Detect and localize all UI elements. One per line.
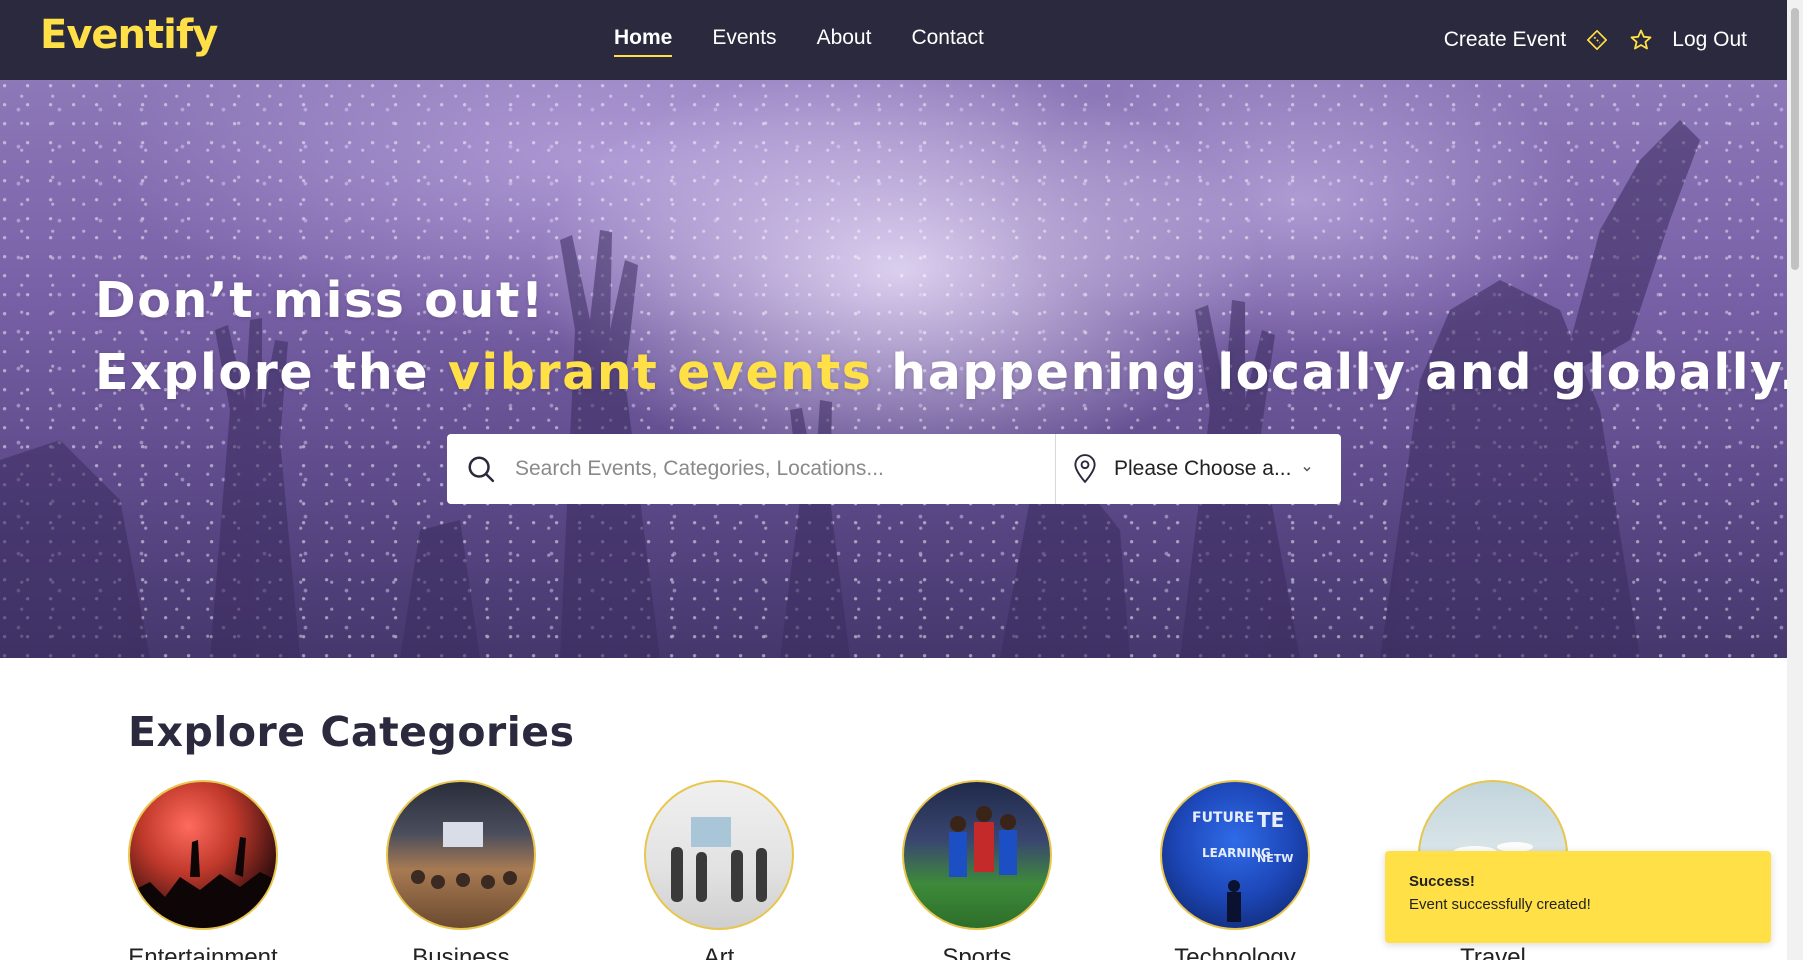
nav-link-about[interactable]: About (817, 26, 872, 54)
scrollbar-thumb[interactable] (1791, 8, 1799, 270)
category-label-travel: Travel (1460, 944, 1526, 960)
hero-line-2-start: Explore the (95, 344, 448, 401)
top-navbar: Eventify Home Events About Contact Creat… (0, 0, 1787, 80)
category-sports[interactable]: Sports (902, 780, 1052, 960)
svg-text:NETW: NETW (1257, 852, 1293, 865)
create-event-link[interactable]: Create Event (1444, 28, 1567, 52)
category-label-technology: Technology (1174, 944, 1296, 960)
svg-text:TE: TE (1257, 808, 1284, 832)
search-input[interactable] (515, 434, 1055, 504)
page: Eventify Home Events About Contact Creat… (0, 0, 1803, 960)
category-image-art (644, 780, 794, 930)
nav-link-contact[interactable]: Contact (911, 26, 983, 54)
toast-title: Success! (1409, 873, 1475, 890)
hero-line-2-end: happening locally and globally. (872, 344, 1787, 401)
search-bar: Please Choose a... (447, 434, 1341, 504)
hero-highlight-text: vibrant events (447, 344, 873, 401)
nav-link-home[interactable]: Home (614, 26, 673, 57)
category-art[interactable]: Art (644, 780, 794, 960)
category-list: Entertainment Business Art Sports FUTURE… (128, 780, 1568, 960)
categories-title: Explore Categories (128, 708, 575, 756)
hero-banner: Don’t miss out! Explore the vibrant even… (0, 80, 1787, 658)
category-label-art: Art (703, 944, 735, 960)
hero-line-2: Explore the vibrant events happening loc… (95, 337, 1787, 409)
hero-line-1: Don’t miss out! (95, 272, 545, 329)
success-toast[interactable]: Success! Event successfully created! (1385, 851, 1771, 943)
category-entertainment[interactable]: Entertainment (128, 780, 278, 960)
logout-link[interactable]: Log Out (1672, 28, 1747, 52)
hero-headline: Don’t miss out! Explore the vibrant even… (95, 265, 1787, 409)
category-label-sports: Sports (942, 944, 1012, 960)
category-image-sports (902, 780, 1052, 930)
page-scrollbar[interactable] (1787, 0, 1803, 960)
category-image-business (386, 780, 536, 930)
brand-logo[interactable]: Eventify (40, 12, 218, 58)
nav-actions: Create Event Log Out (1444, 0, 1747, 80)
category-business[interactable]: Business (386, 780, 536, 960)
svg-text:FUTURE: FUTURE (1192, 810, 1254, 826)
category-image-entertainment (128, 780, 278, 930)
ticket-icon[interactable] (1584, 27, 1610, 53)
category-label-business: Business (412, 944, 510, 960)
category-label-entertainment: Entertainment (128, 944, 278, 960)
category-technology[interactable]: FUTURE TE LEARNING NETW Technology (1160, 780, 1310, 960)
location-select-value: Please Choose a... (1114, 457, 1292, 480)
toast-message: Event successfully created! (1409, 896, 1591, 913)
main-nav: Home Events About Contact (614, 0, 984, 80)
nav-link-events[interactable]: Events (712, 26, 776, 54)
chevron-down-icon (1303, 466, 1311, 472)
star-icon[interactable] (1628, 27, 1654, 53)
map-pin-icon (1056, 434, 1114, 504)
category-image-technology: FUTURE TE LEARNING NETW (1160, 780, 1310, 930)
search-icon (447, 434, 515, 504)
categories-section: Explore Categories Entertainment Busines… (128, 708, 1568, 960)
location-select[interactable]: Please Choose a... (1114, 457, 1313, 481)
